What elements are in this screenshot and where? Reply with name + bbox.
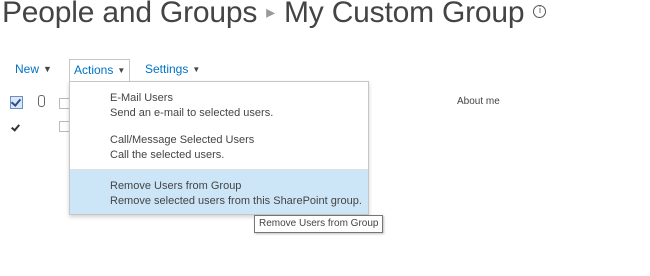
menu-item-title: E-Mail Users — [110, 92, 173, 104]
breadcrumb-separator-icon: ▸ — [266, 2, 275, 22]
actions-dropdown-menu: E-Mail Users Send an e-mail to selected … — [69, 81, 369, 215]
new-dropdown-chevron-down-icon[interactable]: ▼ — [43, 59, 52, 80]
menu-item-call-message-users[interactable]: Call/Message Selected Users Call the sel… — [70, 133, 368, 163]
menu-item-description: Call the selected users. — [110, 149, 225, 161]
breadcrumb-root[interactable]: People and Groups — [2, 0, 257, 29]
tooltip: Remove Users from Group — [254, 215, 384, 233]
actions-menu-button[interactable]: Actions ▼ — [69, 59, 131, 81]
menu-item-description: Send an e-mail to selected users. — [110, 107, 274, 119]
select-all-checkbox-icon[interactable] — [10, 96, 23, 109]
page-title-bar: People and Groups ▸ My Custom Group i — [2, 0, 547, 30]
actions-label: Actions — [74, 63, 114, 77]
page-title: My Custom Group — [283, 0, 525, 29]
chevron-down-icon: ▼ — [192, 65, 201, 74]
menu-item-email-users[interactable]: E-Mail Users Send an e-mail to selected … — [70, 91, 368, 121]
column-header-about-me[interactable]: About me — [457, 96, 500, 107]
menu-item-title: Call/Message Selected Users — [110, 134, 255, 146]
attachment-icon — [38, 95, 45, 107]
new-button[interactable]: New — [15, 59, 39, 80]
menu-item-title: Remove Users from Group — [110, 180, 242, 192]
settings-menu-button[interactable]: Settings ▼ — [145, 59, 200, 80]
menu-item-description: Remove selected users from this SharePoi… — [110, 195, 362, 207]
row-check-icon[interactable] — [11, 124, 19, 132]
list-toolbar: New ▼ Actions ▼ Settings ▼ — [0, 57, 650, 83]
info-circle-icon[interactable]: i — [533, 5, 547, 18]
settings-label: Settings — [145, 62, 189, 76]
chevron-down-icon: ▼ — [117, 66, 126, 75]
menu-item-remove-users[interactable]: Remove Users from Group Remove selected … — [70, 170, 368, 214]
